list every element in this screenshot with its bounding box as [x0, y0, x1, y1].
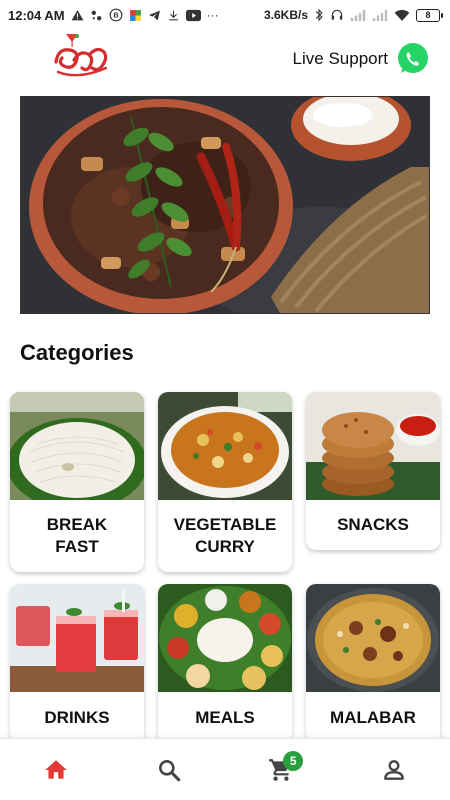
brand-logo[interactable] [50, 32, 112, 84]
cart-count-badge: 5 [283, 751, 304, 771]
live-support-button[interactable]: Live Support [293, 42, 430, 76]
category-label: DRINKS [44, 708, 110, 727]
nav-profile[interactable] [338, 739, 450, 800]
banner-food-image [21, 97, 429, 313]
telegram-icon [148, 10, 160, 20]
headset-icon [331, 9, 343, 20]
app-header: Live Support [0, 30, 450, 92]
profile-icon [383, 759, 404, 780]
category-image-snacks [306, 392, 440, 500]
nav-search[interactable] [113, 739, 226, 800]
bluetooth-icon [315, 8, 323, 22]
status-notification-icons: B ··· [71, 8, 219, 22]
warning-icon [71, 9, 84, 20]
bottom-nav: 5 [0, 738, 450, 800]
category-card-malabar[interactable]: MALABAR [306, 584, 440, 744]
home-icon [45, 759, 68, 779]
category-card-meals[interactable]: MEALS [158, 584, 292, 744]
category-label: BREAK FAST [46, 515, 108, 556]
category-image-drinks [10, 584, 144, 692]
hero-banner[interactable] [20, 96, 430, 314]
category-image-breakfast [10, 392, 144, 500]
search-icon [158, 759, 181, 781]
status-system-icons: 3.6KB/s 8 [263, 8, 443, 22]
svg-text:B: B [113, 13, 118, 20]
category-label: MEALS [195, 708, 255, 727]
app-icon [129, 9, 141, 21]
nav-home[interactable] [0, 739, 113, 800]
category-label: SNACKS [337, 515, 409, 534]
more-icon: ··· [206, 8, 219, 22]
whatsapp-icon [398, 43, 428, 73]
category-label: VEGETABLE CURRY [173, 515, 277, 556]
battery-icon: 8 [416, 8, 443, 22]
nav-cart[interactable]: 5 [225, 739, 338, 800]
category-card-drinks[interactable]: DRINKS [10, 584, 144, 744]
category-image-malabar [306, 584, 440, 692]
status-time: 12:04 AM [8, 7, 65, 23]
download-icon [168, 10, 178, 20]
status-bar: 12:04 AM B ··· 3.6KB/s 8 [0, 0, 450, 30]
settings-icon [91, 10, 101, 20]
category-card-snacks[interactable]: SNACKS [306, 392, 440, 550]
category-card-breakfast[interactable]: BREAK FAST [10, 392, 144, 572]
network-speed: 3.6KB/s [263, 8, 308, 22]
signal-icon-2 [372, 9, 388, 21]
category-image-meals [158, 584, 292, 692]
b-icon: B [109, 8, 123, 22]
category-label: MALABAR [330, 708, 416, 727]
category-card-vegetable-curry[interactable]: VEGETABLE CURRY [158, 392, 292, 572]
live-support-label: Live Support [292, 49, 388, 68]
signal-icon [350, 9, 366, 21]
youtube-icon [185, 9, 201, 21]
categories-title: Categories [20, 340, 134, 365]
wifi-icon [394, 9, 410, 21]
category-image-vegetable-curry [158, 392, 292, 500]
